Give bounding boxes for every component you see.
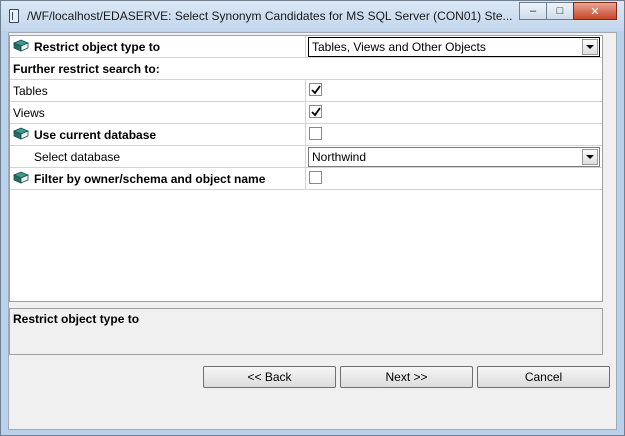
restrict-type-label: Restrict object type to <box>34 40 161 54</box>
app-icon <box>9 9 19 23</box>
database-select[interactable]: Northwind <box>308 147 600 167</box>
back-button[interactable]: << Back <box>203 366 336 388</box>
object-type-select[interactable]: Tables, Views and Other Objects <box>308 37 600 57</box>
use-current-db-label: Use current database <box>34 128 157 142</box>
views-label: Views <box>13 106 45 120</box>
row-restrict-type: Restrict object type to Tables, Views an… <box>10 36 602 58</box>
book-icon <box>13 171 29 184</box>
row-select-db: Select database Northwind <box>10 146 602 168</box>
row-further-restrict: Further restrict search to: <box>10 58 602 80</box>
further-restrict-label: Further restrict search to: <box>13 62 160 76</box>
title-bar[interactable]: /WF/localhost/EDASERVE: Select Synonym C… <box>1 1 624 31</box>
row-tables: Tables <box>10 80 602 102</box>
checkmark-icon <box>311 85 321 95</box>
next-button[interactable]: Next >> <box>340 366 473 388</box>
dialog-window: /WF/localhost/EDASERVE: Select Synonym C… <box>0 0 625 436</box>
select-db-label: Select database <box>34 150 121 164</box>
options-grid: Restrict object type to Tables, Views an… <box>9 35 603 302</box>
filter-owner-label: Filter by owner/schema and object name <box>34 172 266 186</box>
description-panel: Restrict object type to <box>9 308 603 355</box>
maximize-button[interactable]: □ <box>546 2 574 20</box>
close-button[interactable]: ✕ <box>573 2 617 20</box>
chevron-down-icon[interactable] <box>582 149 598 165</box>
tables-label: Tables <box>13 84 48 98</box>
filter-owner-checkbox[interactable] <box>309 171 322 184</box>
description-title: Restrict object type to <box>13 312 140 326</box>
use-current-db-checkbox[interactable] <box>309 127 322 140</box>
book-icon <box>13 39 29 52</box>
row-use-current-db: Use current database <box>10 124 602 146</box>
cancel-button[interactable]: Cancel <box>477 366 610 388</box>
window-title: /WF/localhost/EDASERVE: Select Synonym C… <box>27 9 513 23</box>
tables-checkbox[interactable] <box>309 83 322 96</box>
minimize-button[interactable]: – <box>519 2 547 20</box>
row-views: Views <box>10 102 602 124</box>
row-filter-owner: Filter by owner/schema and object name <box>10 168 602 190</box>
chevron-down-icon[interactable] <box>582 39 598 55</box>
views-checkbox[interactable] <box>309 105 322 118</box>
window-controls: – □ ✕ <box>519 2 617 20</box>
checkmark-icon <box>311 107 321 117</box>
book-icon <box>13 127 29 140</box>
